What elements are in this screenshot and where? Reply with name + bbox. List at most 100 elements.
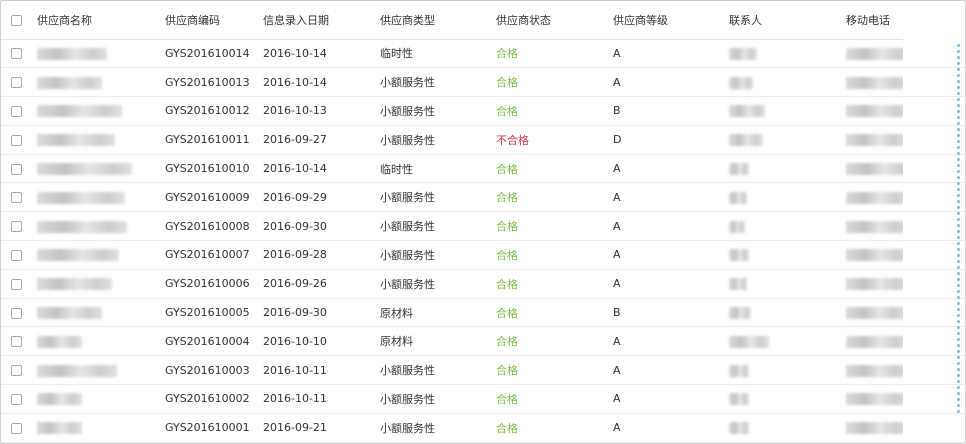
table-row[interactable]: GYS201610004 2016-10-10 原材料 合格 A [1, 327, 965, 356]
row-checkbox-cell[interactable] [1, 356, 31, 385]
table-row[interactable]: GYS201610008 2016-09-30 小额服务性 合格 A [1, 212, 965, 241]
table-row[interactable]: GYS201610013 2016-10-14 小额服务性 合格 A [1, 68, 965, 97]
table-row[interactable]: GYS201610011 2016-09-27 小额服务性 不合格 D [1, 125, 965, 155]
scroll-dot [956, 362, 960, 365]
supplier-type-cell: 小额服务性 [380, 277, 435, 291]
redacted-contact [729, 335, 769, 348]
contact-cell [723, 298, 840, 327]
supplier-grade-cell: A [613, 162, 621, 176]
redacted-supplier-name [37, 393, 82, 406]
redacted-supplier-name [37, 307, 102, 320]
supplier-type-cell: 小额服务性 [380, 392, 435, 406]
supplier-type-cell: 小额服务性 [380, 248, 435, 262]
supplier-status-cell: 合格 [496, 104, 518, 118]
row-checkbox-cell[interactable] [1, 183, 31, 212]
scroll-dot [956, 398, 960, 401]
row-checkbox-cell[interactable] [1, 212, 31, 241]
column-header-date[interactable]: 信息录入日期 [257, 1, 374, 40]
entry-date-cell: 2016-09-26 [263, 277, 327, 291]
row-checkbox-cell[interactable] [1, 241, 31, 270]
supplier-name-cell [31, 327, 159, 356]
column-header-grade[interactable]: 供应商等级 [607, 1, 723, 40]
table-row[interactable]: GYS201610010 2016-10-14 临时性 合格 A [1, 154, 965, 183]
scroll-dot [956, 386, 960, 389]
row-checkbox[interactable] [10, 393, 22, 405]
row-checkbox[interactable] [10, 249, 22, 261]
row-checkbox-cell[interactable] [1, 298, 31, 327]
contact-cell [723, 241, 840, 270]
supplier-grade-cell: A [613, 190, 621, 204]
column-header-status[interactable]: 供应商状态 [490, 1, 607, 40]
row-checkbox[interactable] [10, 422, 22, 434]
scroll-dot [956, 206, 960, 209]
row-checkbox[interactable] [10, 192, 22, 204]
scroll-dot [956, 158, 960, 161]
mobile-cell [840, 269, 903, 298]
table-row[interactable]: GYS201610006 2016-09-26 小额服务性 合格 A [1, 269, 965, 299]
row-checkbox[interactable] [10, 77, 22, 89]
table-row[interactable]: GYS201610014 2016-10-14 临时性 合格 A [1, 39, 965, 68]
mobile-cell [840, 413, 903, 442]
contact-cell [723, 413, 840, 442]
select-all-checkbox[interactable] [10, 14, 22, 26]
column-header-name[interactable]: 供应商名称 [31, 1, 159, 40]
row-checkbox-cell[interactable] [1, 154, 31, 183]
row-checkbox-cell[interactable] [1, 125, 31, 154]
redacted-mobile [846, 278, 903, 291]
row-checkbox[interactable] [10, 134, 22, 146]
row-checkbox-cell[interactable] [1, 413, 31, 442]
row-checkbox[interactable] [10, 307, 22, 319]
row-checkbox[interactable] [10, 365, 22, 377]
supplier-name-cell [31, 413, 159, 442]
supplier-status-cell: 合格 [496, 306, 518, 320]
contact-cell [723, 212, 840, 241]
scroll-dot [956, 266, 960, 269]
redacted-supplier-name [37, 105, 122, 118]
column-header-code[interactable]: 供应商编码 [159, 1, 257, 40]
scroll-dot [956, 350, 960, 353]
row-checkbox-cell[interactable] [1, 269, 31, 298]
column-header-mobile[interactable]: 移动电话 [840, 1, 903, 40]
row-checkbox-cell[interactable] [1, 97, 31, 126]
entry-date-cell: 2016-10-10 [263, 334, 327, 348]
supplier-status-cell: 合格 [496, 335, 518, 349]
supplier-name-cell [31, 97, 159, 126]
entry-date-cell: 2016-09-21 [263, 421, 327, 435]
row-checkbox[interactable] [10, 221, 22, 233]
select-all-checkbox-cell[interactable] [1, 1, 31, 40]
supplier-status-cell: 不合格 [496, 133, 529, 147]
table-row[interactable]: GYS201610012 2016-10-13 小额服务性 合格 B [1, 97, 965, 126]
table-row[interactable]: GYS201610007 2016-09-28 小额服务性 合格 A [1, 241, 965, 270]
scroll-dot [956, 110, 960, 113]
contact-cell [723, 385, 840, 414]
row-checkbox-cell[interactable] [1, 39, 31, 68]
supplier-code-cell: GYS201610012 [165, 104, 250, 118]
table-row[interactable]: GYS201610002 2016-10-11 小额服务性 合格 A [1, 385, 965, 414]
redacted-supplier-name [37, 422, 82, 435]
supplier-type-cell: 临时性 [380, 162, 413, 176]
redacted-contact [729, 220, 745, 233]
row-checkbox[interactable] [10, 105, 22, 117]
row-checkbox[interactable] [10, 278, 22, 290]
row-checkbox[interactable] [10, 336, 22, 348]
supplier-grade-cell: A [613, 248, 621, 262]
row-checkbox-cell[interactable] [1, 327, 31, 356]
row-checkbox-cell[interactable] [1, 68, 31, 97]
redacted-contact [729, 163, 749, 176]
table-row[interactable]: GYS201610005 2016-09-30 原材料 合格 B [1, 298, 965, 327]
supplier-type-cell: 小额服务性 [380, 220, 435, 234]
entry-date-cell: 2016-09-30 [263, 306, 327, 320]
row-checkbox[interactable] [10, 48, 22, 60]
row-checkbox-cell[interactable] [1, 385, 31, 414]
contact-cell [723, 183, 840, 212]
table-row[interactable]: GYS201610003 2016-10-11 小额服务性 合格 A [1, 356, 965, 385]
table-row[interactable]: GYS201610009 2016-09-29 小额服务性 合格 A [1, 183, 965, 212]
scroll-dot [956, 140, 960, 143]
supplier-type-cell: 原材料 [380, 306, 413, 320]
table-row[interactable]: GYS201610001 2016-09-21 小额服务性 合格 A [1, 413, 965, 443]
column-header-contact[interactable]: 联系人 [723, 1, 840, 40]
scroll-dot [956, 56, 960, 59]
scrollbar-handle[interactable] [955, 41, 961, 413]
column-header-type[interactable]: 供应商类型 [374, 1, 490, 40]
row-checkbox[interactable] [10, 163, 22, 175]
